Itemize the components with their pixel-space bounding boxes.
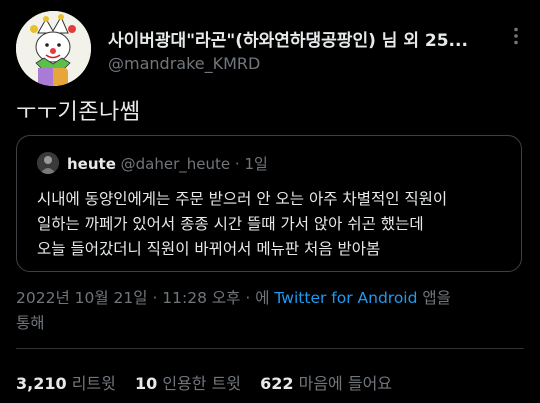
- quoted-tweet-card[interactable]: heute @daher_heute · 1일 시내에 동양인에게는 주문 받으…: [16, 135, 522, 272]
- likes-count: 622: [260, 374, 294, 393]
- quotes-stat[interactable]: 10 인용한 트윗: [135, 374, 255, 393]
- retweets-label: 리트윗: [71, 374, 116, 393]
- retweets-count: 3,210: [16, 374, 67, 393]
- quotes-label: 인용한 트윗: [162, 374, 242, 393]
- meta-separator: · 에: [240, 289, 275, 307]
- quotes-count: 10: [134, 374, 158, 393]
- quote-author-avatar: [37, 152, 59, 174]
- retweets-stat[interactable]: 3,210 리트윗: [16, 374, 130, 393]
- more-dots-icon[interactable]: [506, 26, 526, 46]
- tweet-timestamp[interactable]: 2022년 10월 21일 · 11:28 오후: [16, 289, 240, 307]
- divider: [16, 348, 524, 349]
- quote-author-name: heute: [67, 155, 116, 173]
- clown-avatar-icon: [16, 11, 91, 86]
- quote-time: 1일: [244, 155, 268, 173]
- author-display-name[interactable]: 사이버광대"라곤"(하와연하댕공팡인) 님 외 25...: [108, 26, 493, 51]
- quote-header: heute @daher_heute · 1일: [67, 153, 268, 174]
- quote-text-line: 시내에 동양인에게는 주문 받으러 안 오는 아주 차별적인 직원이: [37, 190, 448, 208]
- person-silhouette-icon: [37, 152, 59, 174]
- engagement-stats: 3,210 리트윗 10 인용한 트윗 622 마음에 들어요: [16, 370, 406, 394]
- quote-text-line: 일하는 까페가 있어서 종종 시간 뜰때 가서 앉아 쉬곤 했는데: [37, 215, 424, 233]
- quote-separator: ·: [234, 155, 240, 173]
- quote-text: 시내에 동양인에게는 주문 받으러 안 오는 아주 차별적인 직원이 일하는 까…: [37, 187, 517, 262]
- likes-label: 마음에 들어요: [298, 374, 393, 393]
- quote-text-line: 오늘 들어갔더니 직원이 바뀌어서 메뉴판 처음 받아봄: [37, 240, 381, 258]
- meta-suffix: 앱을: [417, 289, 451, 307]
- author-handle[interactable]: @mandrake_KMRD: [108, 54, 260, 73]
- tweet-text: ㅜㅜ기존나쎔: [16, 100, 141, 125]
- meta-suffix-line2: 통해: [16, 314, 45, 332]
- source-app-link[interactable]: Twitter for Android: [274, 289, 417, 307]
- author-avatar[interactable]: [16, 11, 91, 86]
- likes-stat[interactable]: 622 마음에 들어요: [260, 374, 406, 393]
- tweet-meta: 2022년 10월 21일 · 11:28 오후 · 에 Twitter for…: [16, 286, 521, 336]
- quote-author-handle: @daher_heute: [120, 155, 231, 173]
